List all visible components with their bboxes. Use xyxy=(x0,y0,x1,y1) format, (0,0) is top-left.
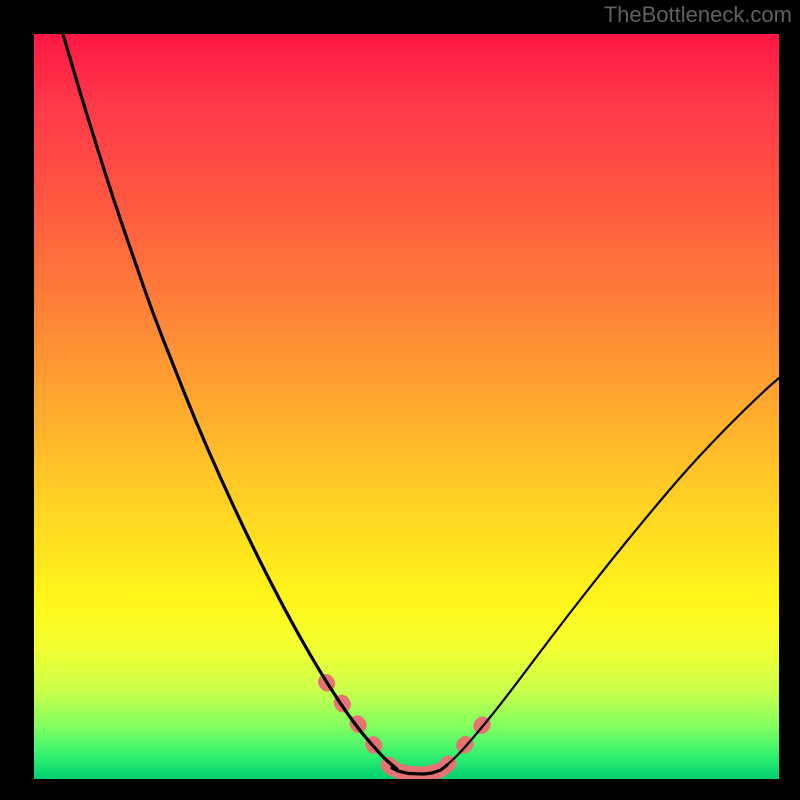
highlighted-segments xyxy=(326,682,491,774)
bottleneck-curve xyxy=(63,34,779,774)
bottleneck-curve-chart xyxy=(34,34,779,779)
watermark-text: TheBottleneck.com xyxy=(604,2,792,28)
